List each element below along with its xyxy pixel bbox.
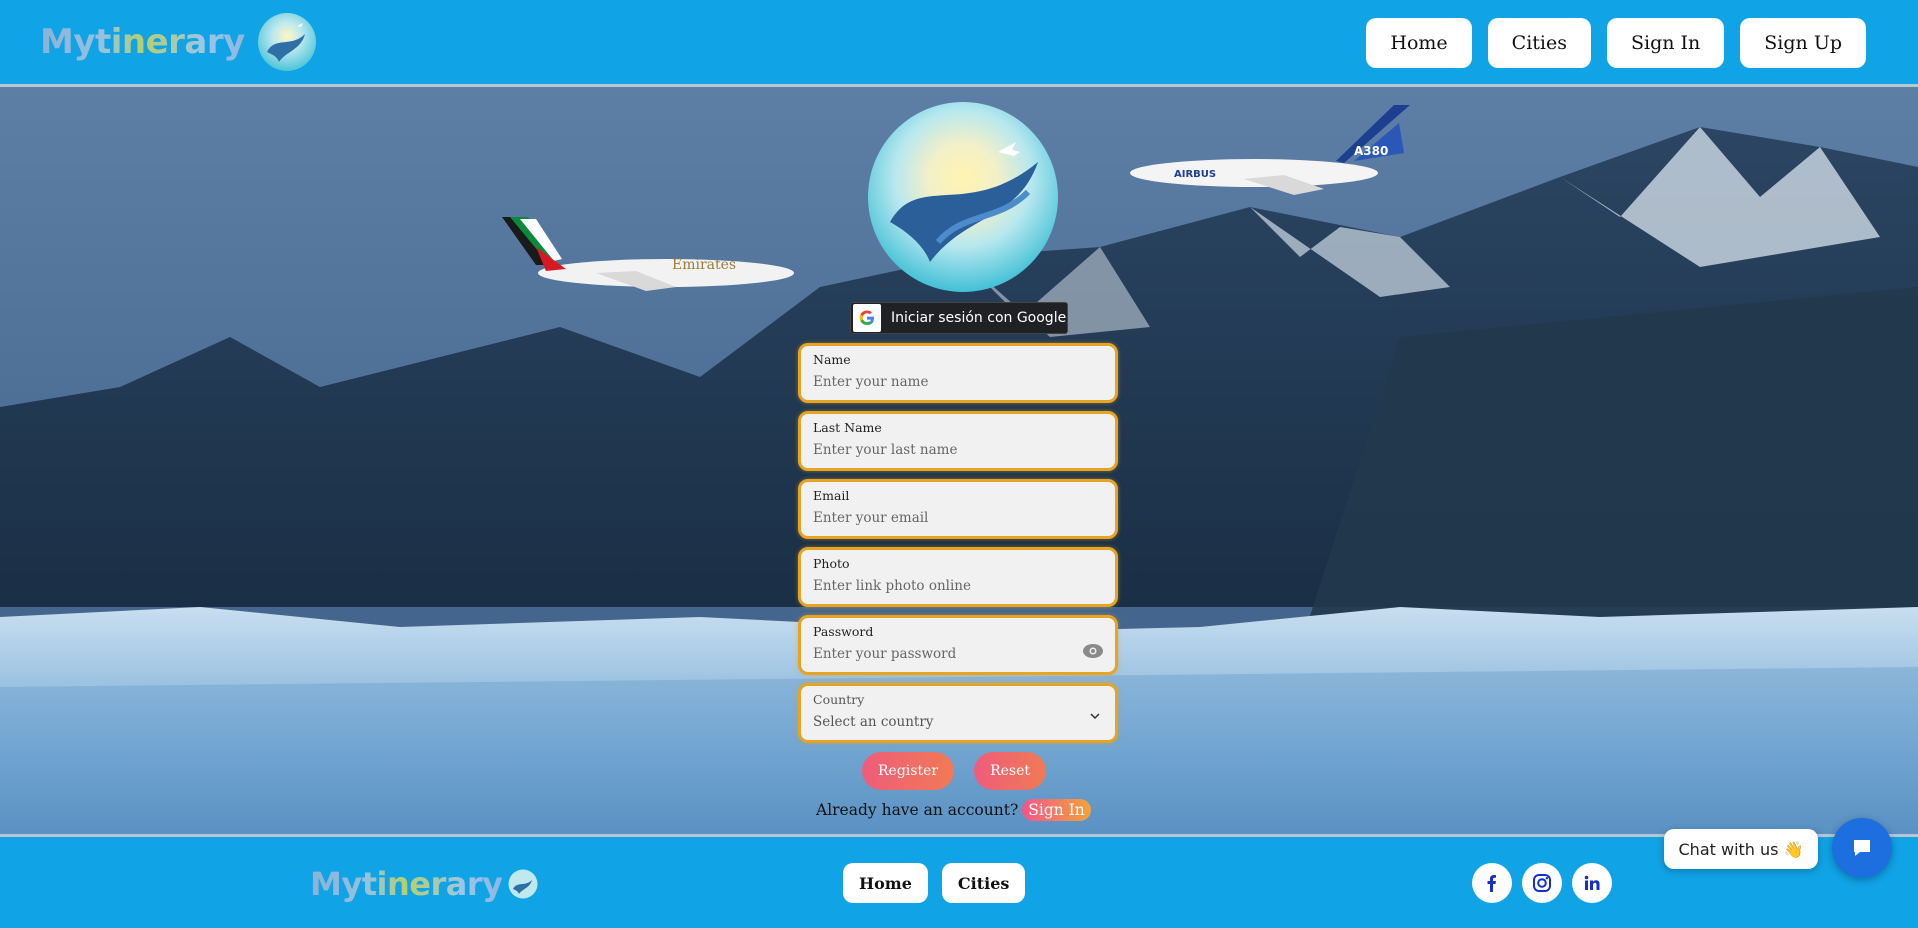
email-field: Email bbox=[798, 479, 1118, 539]
name-label: Name bbox=[813, 352, 851, 367]
email-label: Email bbox=[813, 488, 850, 503]
chat-icon bbox=[1854, 840, 1870, 856]
brand-name: Mytinerary bbox=[40, 22, 245, 62]
signin-link[interactable]: Sign In bbox=[1022, 799, 1091, 821]
form-actions: Register Reset bbox=[862, 752, 1046, 790]
emirates-label: Emirates bbox=[672, 257, 736, 273]
header: Mytinerary Home Cities Sign In Sign Up bbox=[0, 0, 1918, 87]
email-input[interactable] bbox=[813, 510, 1093, 526]
password-input[interactable] bbox=[813, 646, 1093, 662]
signin-prompt: Already have an account? Sign In bbox=[816, 799, 1091, 821]
signup-form: Name Last Name Email Photo Password Coun… bbox=[798, 343, 1118, 751]
nav-cities-button[interactable]: Cities bbox=[1487, 18, 1591, 68]
chevron-down-icon bbox=[1090, 713, 1100, 720]
country-label: Country bbox=[813, 692, 865, 707]
lastname-label: Last Name bbox=[813, 420, 882, 435]
show-password-icon[interactable] bbox=[1083, 644, 1103, 658]
facebook-icon[interactable] bbox=[1472, 863, 1512, 903]
social-links bbox=[1472, 863, 1612, 903]
password-label: Password bbox=[813, 624, 874, 639]
main-nav: Home Cities Sign In Sign Up bbox=[1366, 18, 1866, 68]
password-field: Password bbox=[798, 615, 1118, 675]
a380-label: A380 bbox=[1354, 144, 1388, 158]
already-account-text: Already have an account? bbox=[816, 801, 1019, 819]
name-field: Name bbox=[798, 343, 1118, 403]
photo-field: Photo bbox=[798, 547, 1118, 607]
footer-logo-icon bbox=[508, 869, 538, 899]
google-signin-button[interactable]: Iniciar sesión con Google bbox=[850, 302, 1068, 334]
footer-brand[interactable]: Mytinerary bbox=[310, 865, 538, 903]
google-signin-label: Iniciar sesión con Google bbox=[891, 310, 1067, 326]
country-select[interactable]: Country Select an country bbox=[798, 683, 1118, 743]
footer-home-button[interactable]: Home bbox=[843, 863, 928, 903]
name-input[interactable] bbox=[813, 374, 1093, 390]
linkedin-icon[interactable] bbox=[1572, 863, 1612, 903]
lastname-input[interactable] bbox=[813, 442, 1093, 458]
chat-prompt-bubble[interactable]: Chat with us 👋 bbox=[1664, 829, 1818, 869]
google-icon bbox=[853, 304, 881, 332]
footer-nav: Home Cities bbox=[843, 863, 1026, 903]
airbus-plane-image: AIRBUS A380 bbox=[1130, 105, 1410, 195]
nav-signup-button[interactable]: Sign Up bbox=[1740, 18, 1866, 68]
register-button[interactable]: Register bbox=[862, 752, 955, 790]
nav-signin-button[interactable]: Sign In bbox=[1607, 18, 1725, 68]
photo-label: Photo bbox=[813, 556, 850, 571]
footer: Mytinerary Home Cities bbox=[0, 834, 1918, 928]
emirates-plane-image: Emirates bbox=[502, 217, 794, 291]
center-logo-icon bbox=[868, 102, 1058, 292]
reset-button[interactable]: Reset bbox=[974, 752, 1046, 790]
brand-logo-icon bbox=[257, 13, 316, 71]
airbus-label: AIRBUS bbox=[1174, 169, 1216, 180]
instagram-icon[interactable] bbox=[1522, 863, 1562, 903]
footer-cities-button[interactable]: Cities bbox=[941, 863, 1026, 903]
chat-open-button[interactable] bbox=[1832, 818, 1892, 878]
footer-brand-name: Mytinerary bbox=[310, 865, 503, 903]
country-selected-value: Select an country bbox=[813, 714, 934, 730]
lastname-field: Last Name bbox=[798, 411, 1118, 471]
brand[interactable]: Mytinerary bbox=[40, 12, 317, 72]
nav-home-button[interactable]: Home bbox=[1366, 18, 1472, 68]
photo-input[interactable] bbox=[813, 578, 1093, 594]
